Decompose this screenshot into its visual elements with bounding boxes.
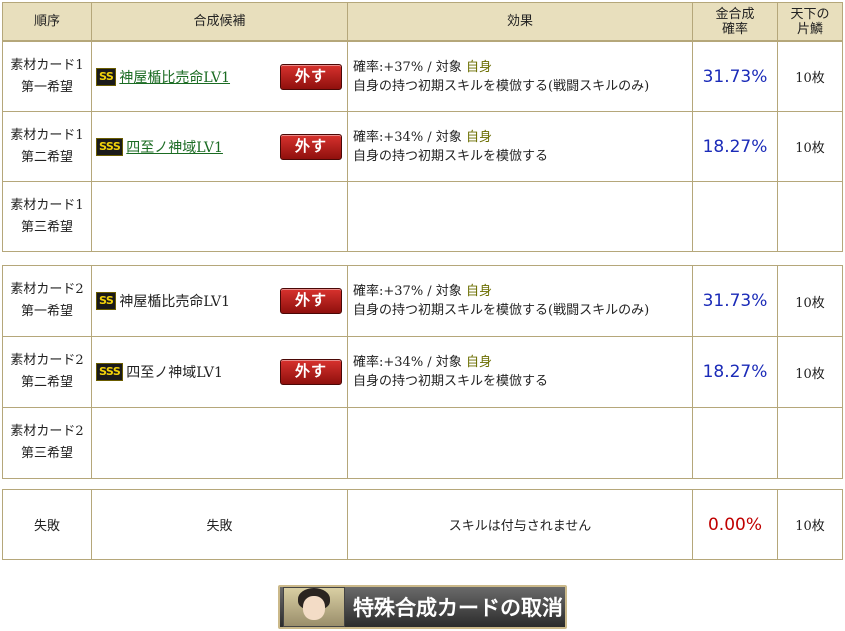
failure-order: 失敗 [2,489,92,560]
effect-description: 自身の持つ初期スキルを模倣する(戦闘スキルのみ) [353,303,650,318]
effect-cell: 確率:+37% / 対象 自身自身の持つ初期スキルを模倣する(戦闘スキルのみ) [347,265,693,337]
candidate-cell: SS 神屋楯比売命LV1 外す [91,265,348,337]
effect-cell-empty [347,181,693,252]
header-rate: 金合成 確率 [692,2,778,41]
table-row: 素材カード1 第三希望 [2,181,843,252]
failure-rate: 0.00% [692,489,778,560]
effect-cell-empty [347,407,693,479]
effect-cell: 確率:+34% / 対象 自身自身の持つ初期スキルを模倣する [347,336,693,408]
order-preference: 第一希望 [20,79,73,95]
effect-target: 自身 [465,284,492,299]
effect-cell: 確率:+34% / 対象 自身自身の持つ初期スキルを模倣する [347,111,693,182]
failure-row: 失敗 失敗 スキルは付与されません 0.00% 10枚 [2,489,843,560]
order-cell: 素材カード1 第一希望 [2,41,92,112]
header-order: 順序 [2,2,92,41]
success-rate-empty [692,181,778,252]
table-row: 素材カード1 第二希望 SSS 四至ノ神域LV1 外す 確率:+34% / 対象 自… [2,111,843,182]
order-preference: 第一希望 [20,304,73,319]
order-preference: 第二希望 [20,149,73,165]
scale-count: 10枚 [777,265,843,337]
header-effect: 効果 [347,2,693,41]
header-scale-line2: 片鱗 [796,21,823,37]
effect-description: 自身の持つ初期スキルを模倣する [353,148,549,164]
order-cell: 素材カード2 第一希望 [2,265,92,337]
header-scale-line1: 天下の [790,6,830,22]
success-rate: 18.27% [692,111,778,182]
candidate-skill-link[interactable]: 神屋楯比売命LV1 [119,67,230,87]
order-preference: 第二希望 [20,375,73,390]
candidate-skill-name: 四至ノ神域LV1 [126,365,223,381]
scale-count-empty [777,181,843,252]
order-cell: 素材カード2 第二希望 [2,336,92,408]
effect-description: 自身の持つ初期スキルを模倣する(戦闘スキルのみ) [353,78,650,94]
remove-button[interactable]: 外す [280,359,342,385]
effect-target: 自身 [465,59,492,75]
remove-button[interactable]: 外す [280,63,342,90]
header-rate-line2: 確率 [721,21,748,37]
effect-rate: 確率:+34% / 対象 [353,355,462,370]
order-label: 素材カード1 [10,127,84,143]
scale-count: 10枚 [777,336,843,408]
order-label: 素材カード1 [10,197,84,213]
header-scale: 天下の 片鱗 [777,2,843,41]
rank-badge: SS [96,67,117,86]
candidate-skill-name: 神屋楯比売命LV1 [119,294,231,310]
effect-rate: 確率:+37% / 対象 [353,284,462,299]
effect-target: 自身 [465,129,492,145]
failure-scale-count: 10枚 [777,489,843,560]
effect-cell: 確率:+37% / 対象 自身自身の持つ初期スキルを模倣する(戦闘スキルのみ) [347,41,693,112]
failure-candidate: 失敗 [91,489,348,560]
header-candidate: 合成候補 [91,2,348,41]
order-cell: 素材カード1 第二希望 [2,111,92,182]
order-preference: 第三希望 [20,446,73,461]
cancel-special-synthesis-button[interactable]: 特殊合成カードの取消 [278,585,567,629]
remove-button[interactable]: 外す [280,133,342,160]
rank-badge: SS [96,292,117,310]
success-rate-empty [692,407,778,479]
header-table: 順序 合成候補 効果 金合成 確率 天下の 片鱗 [2,2,843,41]
rank-badge: SSS [96,137,124,156]
order-preference: 第三希望 [20,219,73,235]
candidate-cell: SSS 四至ノ神域LV1 外す [91,336,348,408]
order-label: 素材カード2 [10,424,84,439]
order-cell: 素材カード2 第三希望 [2,407,92,479]
remove-button[interactable]: 外す [280,288,342,314]
table-row: 素材カード2 第二希望 SSS 四至ノ神域LV1 外す 確率:+34% / 対象 自… [2,336,843,408]
failure-table: 失敗 失敗 スキルは付与されません 0.00% 10枚 [2,489,843,560]
cancel-button-label: 特殊合成カードの取消 [353,595,563,620]
character-portrait-icon [283,587,345,627]
rank-badge: SSS [96,363,124,381]
table-row: 素材カード1 第一希望 SS 神屋楯比売命LV1 外す 確率:+37% / 対象 自… [2,41,843,112]
table-row: 素材カード2 第一希望 SS 神屋楯比売命LV1 外す 確率:+37% / 対象 自… [2,265,843,337]
scale-count: 10枚 [777,41,843,112]
success-rate: 18.27% [692,336,778,408]
effect-target: 自身 [465,355,492,370]
effect-rate: 確率:+37% / 対象 [353,59,462,75]
effect-description: 自身の持つ初期スキルを模倣する [353,374,549,389]
candidate-cell-empty [91,407,348,479]
order-label: 素材カード2 [10,353,84,368]
candidate-cell: SS 神屋楯比売命LV1 外す [91,41,348,112]
failure-effect: スキルは付与されません [347,489,693,560]
order-label: 素材カード2 [10,282,84,297]
scale-count-empty [777,407,843,479]
success-rate: 31.73% [692,41,778,112]
table-row: 素材カード2 第三希望 [2,407,843,479]
material-card-1-table: 素材カード1 第一希望 SS 神屋楯比売命LV1 外す 確率:+37% / 対象 自… [2,41,843,252]
order-label: 素材カード1 [10,57,84,73]
candidate-cell-empty [91,181,348,252]
candidate-skill-link[interactable]: 四至ノ神域LV1 [126,137,223,157]
material-card-2-table: 素材カード2 第一希望 SS 神屋楯比売命LV1 外す 確率:+37% / 対象 自… [2,265,843,479]
order-cell: 素材カード1 第三希望 [2,181,92,252]
success-rate: 31.73% [692,265,778,337]
header-rate-line1: 金合成 [715,6,755,22]
effect-rate: 確率:+34% / 対象 [353,129,462,145]
scale-count: 10枚 [777,111,843,182]
candidate-cell: SSS 四至ノ神域LV1 外す [91,111,348,182]
